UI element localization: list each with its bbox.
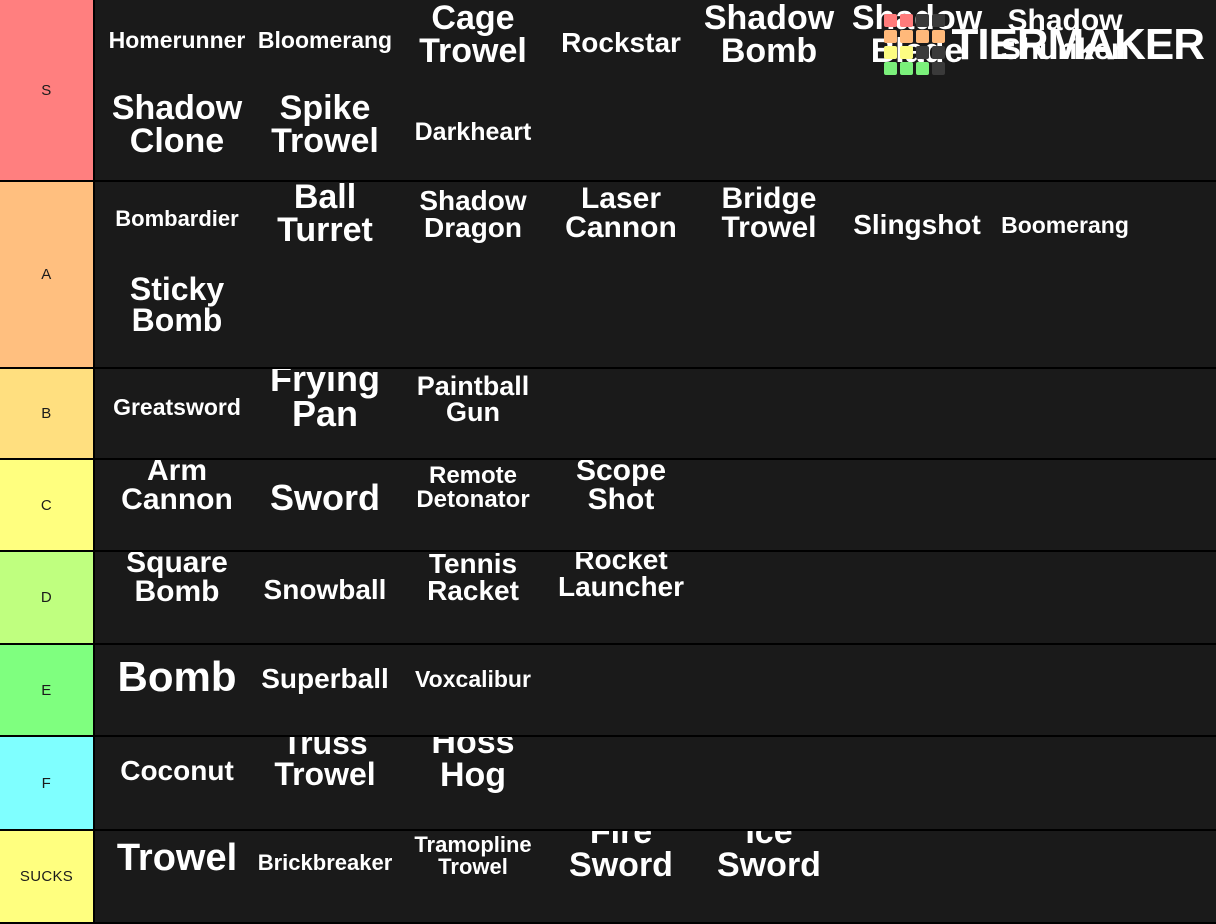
tier-row: SUCKS Trowel Brickbreaker Tramopline Trowel… [0,831,1216,924]
tier-item[interactable]: Truss Trowel [252,737,398,791]
tier-row: F Coconut Truss Trowel Hoss Hog [0,737,1216,831]
tier-item[interactable]: Darkheart [400,120,546,145]
tier-item[interactable]: Fire Sword [548,831,694,883]
tier-item[interactable]: Laser Cannon [548,184,694,243]
tier-item[interactable]: Coconut [104,756,250,784]
tier-label-c[interactable]: C [0,460,95,550]
tier-item[interactable]: Rocket Launcher [548,552,694,601]
tier-item[interactable]: Tramopline Trowel [400,833,546,877]
tier-item[interactable]: Voxcalibur [400,668,546,691]
tier-item[interactable]: Boomerang [992,214,1138,237]
tier-item[interactable]: Shadow Dragon [400,187,546,242]
tier-item[interactable]: Greatsword [104,396,250,419]
tier-item[interactable]: Bomb [104,655,250,697]
tier-item[interactable]: Square Bomb [104,552,250,607]
tier-item[interactable]: Shadow Clone [104,91,250,159]
tier-item[interactable]: Scope Shot [548,460,694,515]
tier-item[interactable]: Trowel [104,839,250,877]
tier-item[interactable]: Homerunner [104,29,250,52]
tier-item[interactable]: Rockstar [548,28,694,56]
tier-row: B Greatsword Frying Pan Paintball Gun [0,369,1216,460]
tier-items-container: Trowel Brickbreaker Tramopline Trowel Fire … [95,831,1216,922]
tier-items-container: Arm Cannon Sword Remote Detonator Scope Sho… [95,460,1216,550]
tier-label-b[interactable]: B [0,369,95,458]
tier-item[interactable]: Ball Turret [252,182,398,248]
tier-items-container: Bomb Superball Voxcalibur [95,645,1216,735]
tier-item[interactable]: Bridge Trowel [696,184,842,243]
tier-label-e[interactable]: E [0,645,95,735]
tier-items-container: Coconut Truss Trowel Hoss Hog [95,737,1216,829]
tier-items-container: Greatsword Frying Pan Paintball Gun [95,369,1216,458]
tier-item[interactable]: Paintball Gun [400,373,546,426]
tier-item[interactable]: Brickbreaker [252,852,398,874]
tier-label-f[interactable]: F [0,737,95,829]
tier-item[interactable]: Sword [252,479,398,515]
tier-row: S Homerunner Bloomerang Cage Trowel Rockstar… [0,0,1216,182]
tier-items-container: Square Bomb Snowball Tennis Racket Rocket L… [95,552,1216,643]
tier-item[interactable]: Spike Trowel [252,91,398,159]
tier-item[interactable]: Shadow Shuriken [992,6,1138,65]
tier-item[interactable]: Tennis Racket [400,552,546,605]
tier-label-d[interactable]: D [0,552,95,643]
tier-items-container: Bombardier Ball Turret Shadow Dragon Laser … [95,182,1216,367]
tier-item[interactable]: Cage Trowel [400,1,546,69]
tier-row: D Square Bomb Snowball Tennis Racket Rocket … [0,552,1216,645]
tier-item[interactable]: Frying Pan [252,369,398,432]
tier-item[interactable]: Arm Cannon [104,460,250,515]
tier-items-container: Homerunner Bloomerang Cage Trowel Rockstar S… [95,0,1216,180]
tier-item[interactable]: Bombardier [104,208,250,230]
tier-row: C Arm Cannon Sword Remote Detonator Scope Sh… [0,460,1216,552]
tier-item[interactable]: Sticky Bomb [104,273,250,337]
tier-item[interactable]: Shadow Blade [844,1,990,69]
tier-item[interactable]: Shadow Bomb [696,1,842,69]
tier-row: E Bomb Superball Voxcalibur [0,645,1216,737]
tier-item[interactable]: Snowball [252,575,398,603]
tier-item[interactable]: Hoss Hog [400,737,546,793]
tier-label-s[interactable]: S [0,0,95,180]
tier-item[interactable]: Superball [252,664,398,692]
tier-label-sucks[interactable]: SUCKS [0,831,95,922]
tier-item[interactable]: Bloomerang [252,29,398,52]
tier-item[interactable]: Ice Sword [696,831,842,883]
tier-label-a[interactable]: A [0,182,95,367]
tier-item[interactable]: Remote Detonator [400,463,546,511]
tier-row: A Bombardier Ball Turret Shadow Dragon Laser… [0,182,1216,369]
tier-list: S Homerunner Bloomerang Cage Trowel Rockstar… [0,0,1216,924]
tier-item[interactable]: Slingshot [844,210,990,238]
